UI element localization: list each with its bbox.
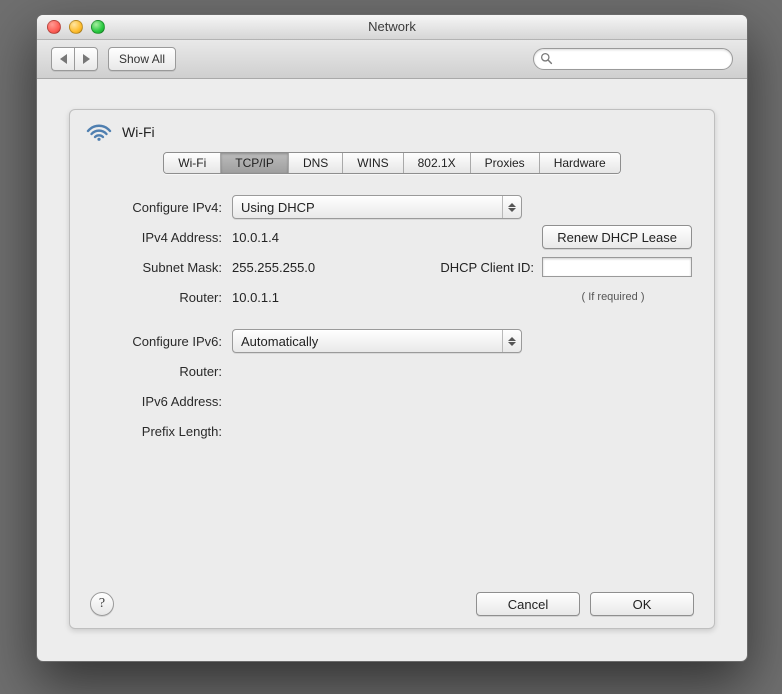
subnet-mask-label: Subnet Mask: <box>92 260 232 275</box>
sheet-footer: ? Cancel OK <box>70 592 714 616</box>
chevron-left-icon <box>60 54 67 64</box>
help-button[interactable]: ? <box>90 592 114 616</box>
renew-dhcp-lease-button[interactable]: Renew DHCP Lease <box>542 225 692 249</box>
tab-dns[interactable]: DNS <box>289 153 343 173</box>
ipv6-address-label: IPv6 Address: <box>92 394 232 409</box>
traffic-lights <box>47 20 105 34</box>
tab-hardware[interactable]: Hardware <box>540 153 620 173</box>
tcpip-form: Configure IPv4: Using DHCP IPv4 Address:… <box>70 174 714 456</box>
configure-ipv6-select[interactable]: Automatically <box>232 329 522 353</box>
dhcp-client-id-note: ( If required ) <box>582 291 645 303</box>
search-input[interactable] <box>533 48 733 70</box>
tab-8021x[interactable]: 802.1X <box>404 153 471 173</box>
ok-button[interactable]: OK <box>590 592 694 616</box>
tab-tcpip[interactable]: TCP/IP <box>221 153 289 173</box>
configure-ipv6-value: Automatically <box>241 334 318 349</box>
configure-ipv4-select[interactable]: Using DHCP <box>232 195 522 219</box>
titlebar: Network <box>37 15 747 40</box>
service-name: Wi-Fi <box>122 124 155 140</box>
configure-ipv6-label: Configure IPv6: <box>92 334 232 349</box>
back-button[interactable] <box>51 47 74 71</box>
router-value: 10.0.1.1 <box>232 290 279 305</box>
close-icon[interactable] <box>47 20 61 34</box>
tab-wins[interactable]: WINS <box>343 153 403 173</box>
dhcp-client-id-input[interactable] <box>542 257 692 277</box>
nav-back-forward <box>51 47 98 71</box>
prefix-length-label: Prefix Length: <box>92 424 232 439</box>
dhcp-client-id-label: DHCP Client ID: <box>440 260 534 275</box>
router6-label: Router: <box>92 364 232 379</box>
cancel-button[interactable]: Cancel <box>476 592 580 616</box>
toolbar: Show All <box>37 40 747 79</box>
search-field[interactable] <box>533 48 733 70</box>
zoom-icon[interactable] <box>91 20 105 34</box>
sheet-header: Wi-Fi <box>70 110 714 146</box>
select-stepper-icon <box>502 196 521 218</box>
tab-bar: Wi-FiTCP/IPDNSWINS802.1XProxiesHardware <box>70 152 714 174</box>
ipv4-address-label: IPv4 Address: <box>92 230 232 245</box>
chevron-right-icon <box>83 54 90 64</box>
ipv4-address-value: 10.0.1.4 <box>232 230 279 245</box>
router-label: Router: <box>92 290 232 305</box>
configure-ipv4-label: Configure IPv4: <box>92 200 232 215</box>
advanced-sheet: Wi-Fi Wi-FiTCP/IPDNSWINS802.1XProxiesHar… <box>69 109 715 629</box>
minimize-icon[interactable] <box>69 20 83 34</box>
tab-proxies[interactable]: Proxies <box>471 153 540 173</box>
tab-wifi[interactable]: Wi-Fi <box>164 153 221 173</box>
search-icon <box>540 52 553 65</box>
subnet-mask-value: 255.255.255.0 <box>232 260 315 275</box>
configure-ipv4-value: Using DHCP <box>241 200 315 215</box>
forward-button[interactable] <box>74 47 98 71</box>
content-area: Wi-Fi Wi-FiTCP/IPDNSWINS802.1XProxiesHar… <box>37 79 747 662</box>
network-preferences-window: Network Show All <box>36 14 748 662</box>
wifi-icon <box>86 122 112 142</box>
select-stepper-icon <box>502 330 521 352</box>
show-all-button[interactable]: Show All <box>108 47 176 71</box>
window-title: Network <box>368 19 416 34</box>
